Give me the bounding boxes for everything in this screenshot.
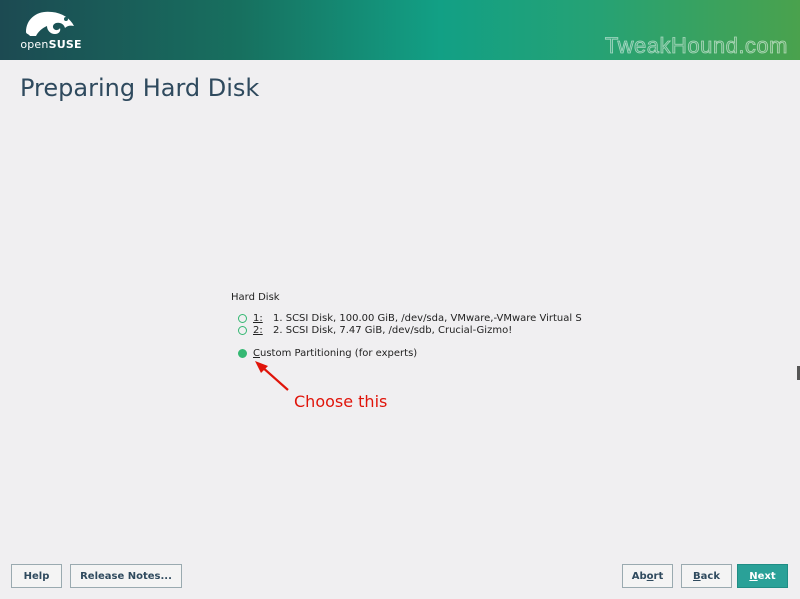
back-button[interactable]: Back — [681, 564, 732, 588]
annotation-text: Choose this — [294, 392, 388, 411]
radio-disk-2[interactable] — [238, 326, 247, 335]
radio-disk-1[interactable] — [238, 314, 247, 323]
disk-option-2-key: 2: — [253, 325, 263, 336]
hard-disk-group: Hard Disk 1: 1. SCSI Disk, 100.00 GiB, /… — [231, 292, 582, 359]
abort-button[interactable]: Ab o rt — [622, 564, 673, 588]
hard-disk-label: Hard Disk — [231, 292, 280, 303]
opensuse-logo: openSUSE — [16, 6, 86, 54]
installer-window: openSUSE TweakHound.com Preparing Hard D… — [0, 0, 800, 599]
header-banner: openSUSE TweakHound.com — [0, 0, 800, 60]
release-notes-button[interactable]: Release Notes... — [70, 564, 182, 588]
watermark-text: TweakHound.com — [604, 33, 788, 59]
disk-option-1[interactable]: 1: 1. SCSI Disk, 100.00 GiB, /dev/sda, V… — [238, 313, 582, 324]
chameleon-icon — [26, 11, 74, 36]
page-title: Preparing Hard Disk — [20, 74, 260, 102]
disk-option-2[interactable]: 2: 2. SCSI Disk, 7.47 GiB, /dev/sdb, Cru… — [238, 325, 512, 336]
annotation-arrow-icon — [255, 361, 289, 391]
radio-custom-partitioning[interactable] — [238, 349, 247, 358]
disk-option-2-text: 2. SCSI Disk, 7.47 GiB, /dev/sdb, Crucia… — [273, 325, 513, 336]
next-button[interactable]: Next — [737, 564, 788, 588]
disk-option-1-key: 1: — [253, 313, 263, 324]
logo-wordmark: openSUSE — [20, 38, 82, 51]
help-button[interactable]: Help — [11, 564, 62, 588]
disk-option-1-text: 1. SCSI Disk, 100.00 GiB, /dev/sda, VMwa… — [273, 313, 582, 324]
